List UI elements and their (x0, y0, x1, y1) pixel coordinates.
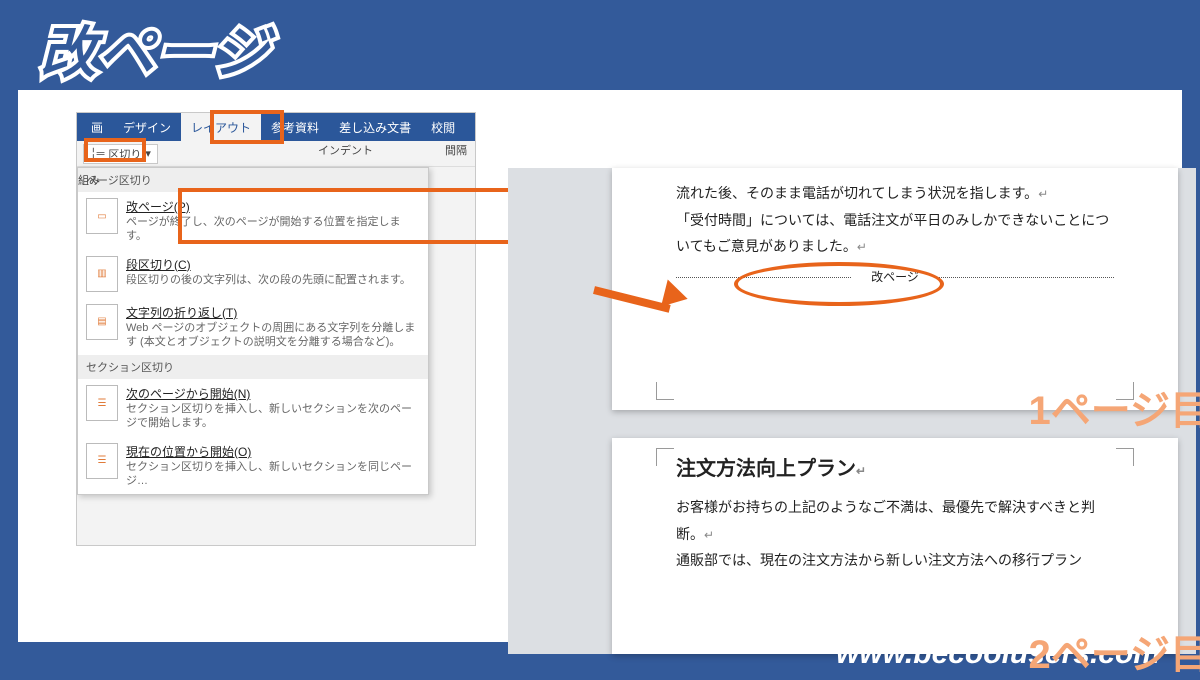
chevron-down-icon: ▾ (145, 147, 151, 160)
menu-item-column-break[interactable]: ▥ 段区切り(C) 段区切りの後の文字列は、次の段の先頭に配置されます。 (78, 250, 428, 298)
word-document-screenshot: 流れた後、そのまま電話が切れてしまう状況を指します。↵ 「受付時間」については、… (508, 168, 1196, 654)
indent-label: インデント (318, 142, 373, 158)
page1-line1: 流れた後、そのまま電話が切れてしまう状況を指します。↵ (676, 180, 1114, 207)
next-page-icon: ☰ (86, 385, 118, 421)
ribbon-group-label: 組み (78, 172, 100, 188)
arrow-line-icon (593, 286, 671, 313)
highlight-page-break-item (178, 188, 534, 244)
tab-design[interactable]: デザイン (113, 113, 181, 141)
return-mark-icon: ↵ (857, 240, 867, 254)
page-break-icon: ▭ (86, 198, 118, 234)
menu-item-column-break-title: 段区切り(C) (126, 256, 411, 273)
slide-title: 改ページ (40, 8, 271, 89)
continuous-icon: ☰ (86, 443, 118, 479)
crop-mark-icon (656, 448, 674, 466)
page2-line1: お客様がお持ちの上記のようなご不満は、最優先で解決すべきと判断。↵ (676, 494, 1114, 547)
annotation-page-1: 1ページ目 (1029, 378, 1200, 436)
highlight-ellipse (734, 262, 944, 306)
menu-item-continuous-desc: セクション区切りを挿入し、新しいセクションを同じページ… (126, 460, 420, 489)
menu-item-next-page-desc: セクション区切りを挿入し、新しいセクションを次のページで開始します。 (126, 402, 420, 431)
arrow-head-icon (661, 280, 691, 313)
page2-line2: 通販部では、現在の注文方法から新しい注文方法への移行プラン (676, 547, 1114, 574)
return-mark-icon: ↵ (1038, 187, 1048, 201)
highlight-breaks-button (84, 138, 146, 162)
tab-review[interactable]: 校閲 (421, 113, 465, 141)
annotation-arrow (594, 276, 704, 316)
word-ribbon-screenshot: 画 デザイン レイアウト 参考資料 差し込み文書 校閲 表 ╎═ 区切り ▾ ペ… (76, 112, 476, 546)
ribbon-labels: インデント 間隔 (318, 142, 467, 158)
content-panel: 画 デザイン レイアウト 参考資料 差し込み文書 校閲 表 ╎═ 区切り ▾ ペ… (18, 90, 1182, 642)
text-wrap-icon: ▤ (86, 304, 118, 340)
crop-mark-icon (1116, 448, 1134, 466)
menu-item-text-wrap[interactable]: ▤ 文字列の折り返し(T) Web ページのオブジェクトの周囲にある文字列を分離… (78, 298, 428, 356)
spacing-label: 間隔 (445, 142, 467, 158)
column-break-icon: ▥ (86, 256, 118, 292)
menu-item-text-wrap-desc: Web ページのオブジェクトの周囲にある文字列を分離します (本文とオブジェクト… (126, 321, 420, 350)
page2-heading: 注文方法向上プラン↵ (676, 450, 1114, 488)
crop-mark-icon (656, 382, 674, 400)
tab-ga[interactable]: 画 (81, 113, 113, 141)
tab-table[interactable]: 表 (465, 113, 476, 141)
tab-mailings[interactable]: 差し込み文書 (329, 113, 421, 141)
page1-line2: 「受付時間」については、電話注文が平日のみしかできないことについてもご意見があり… (676, 207, 1114, 260)
menu-item-continuous-title: 現在の位置から開始(O) (126, 443, 420, 460)
breaks-section-section: セクション区切り (78, 355, 428, 379)
menu-item-continuous[interactable]: ☰ 現在の位置から開始(O) セクション区切りを挿入し、新しいセクションを同じペ… (78, 437, 428, 495)
highlight-layout-tab (210, 110, 284, 144)
menu-item-text-wrap-title: 文字列の折り返し(T) (126, 304, 420, 321)
menu-item-next-page-title: 次のページから開始(N) (126, 385, 420, 402)
menu-item-column-break-desc: 段区切りの後の文字列は、次の段の先頭に配置されます。 (126, 273, 411, 287)
return-mark-icon: ↵ (856, 464, 866, 478)
return-mark-icon: ↵ (704, 528, 714, 542)
annotation-page-2: 2ページ目 (1029, 622, 1200, 680)
menu-item-next-page[interactable]: ☰ 次のページから開始(N) セクション区切りを挿入し、新しいセクションを次のペ… (78, 379, 428, 437)
